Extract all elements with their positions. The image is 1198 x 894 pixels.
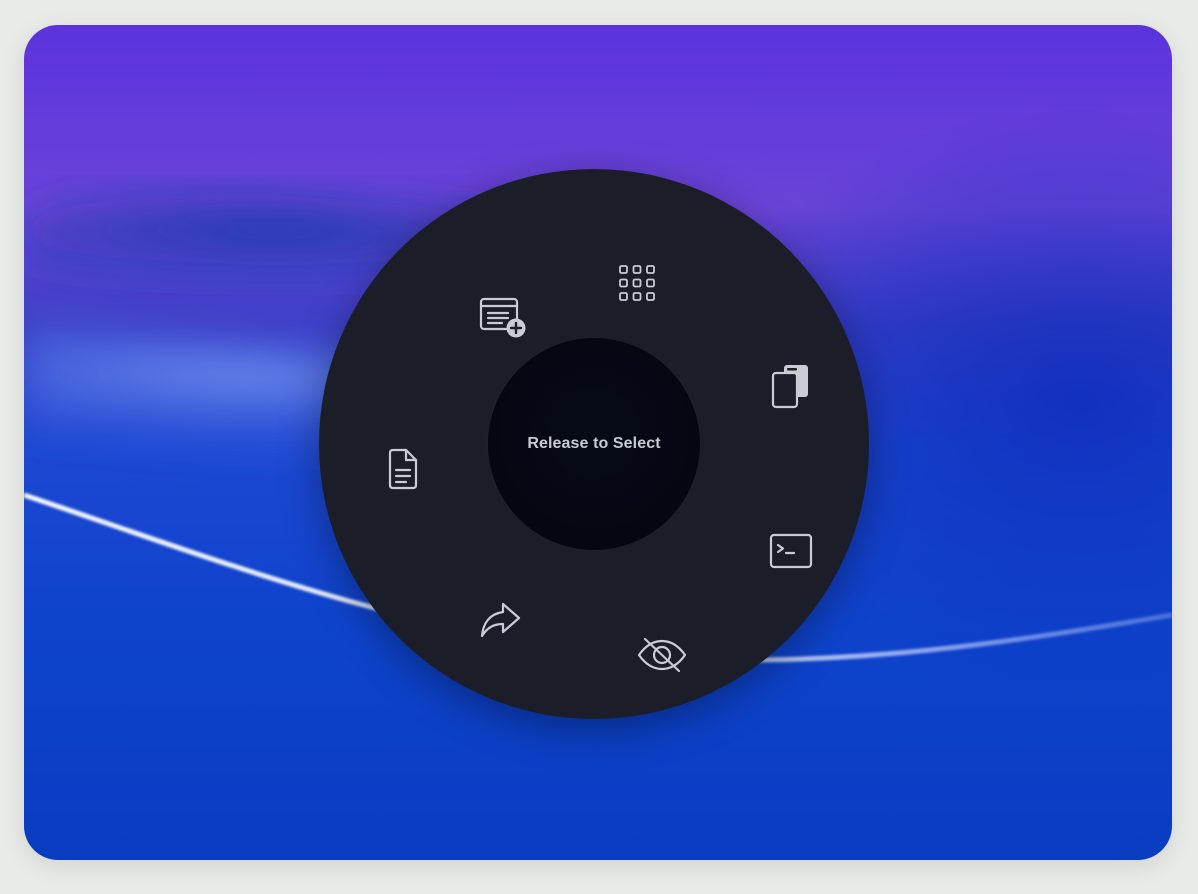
eye-slash-icon [637,637,687,673]
center-label: Release to Select [527,435,661,452]
new-window-icon [479,297,526,338]
radial-item-new-window[interactable] [475,290,531,346]
radial-item-document[interactable] [375,441,431,497]
radial-menu: Release to Select [319,169,869,719]
document-icon [388,448,418,490]
radial-item-terminal[interactable] [763,523,819,579]
center-hub: Release to Select [487,337,701,551]
app-grid-icon [619,265,655,301]
radial-item-copy[interactable] [763,359,819,415]
radial-item-hide[interactable] [634,627,690,683]
radial-item-share[interactable] [472,592,528,648]
share-arrow-icon [480,602,521,638]
copy-icon [771,365,808,409]
desktop-frame: Release to Select [24,25,1172,860]
terminal-icon [769,533,813,569]
radial-item-app-grid[interactable] [609,255,665,311]
